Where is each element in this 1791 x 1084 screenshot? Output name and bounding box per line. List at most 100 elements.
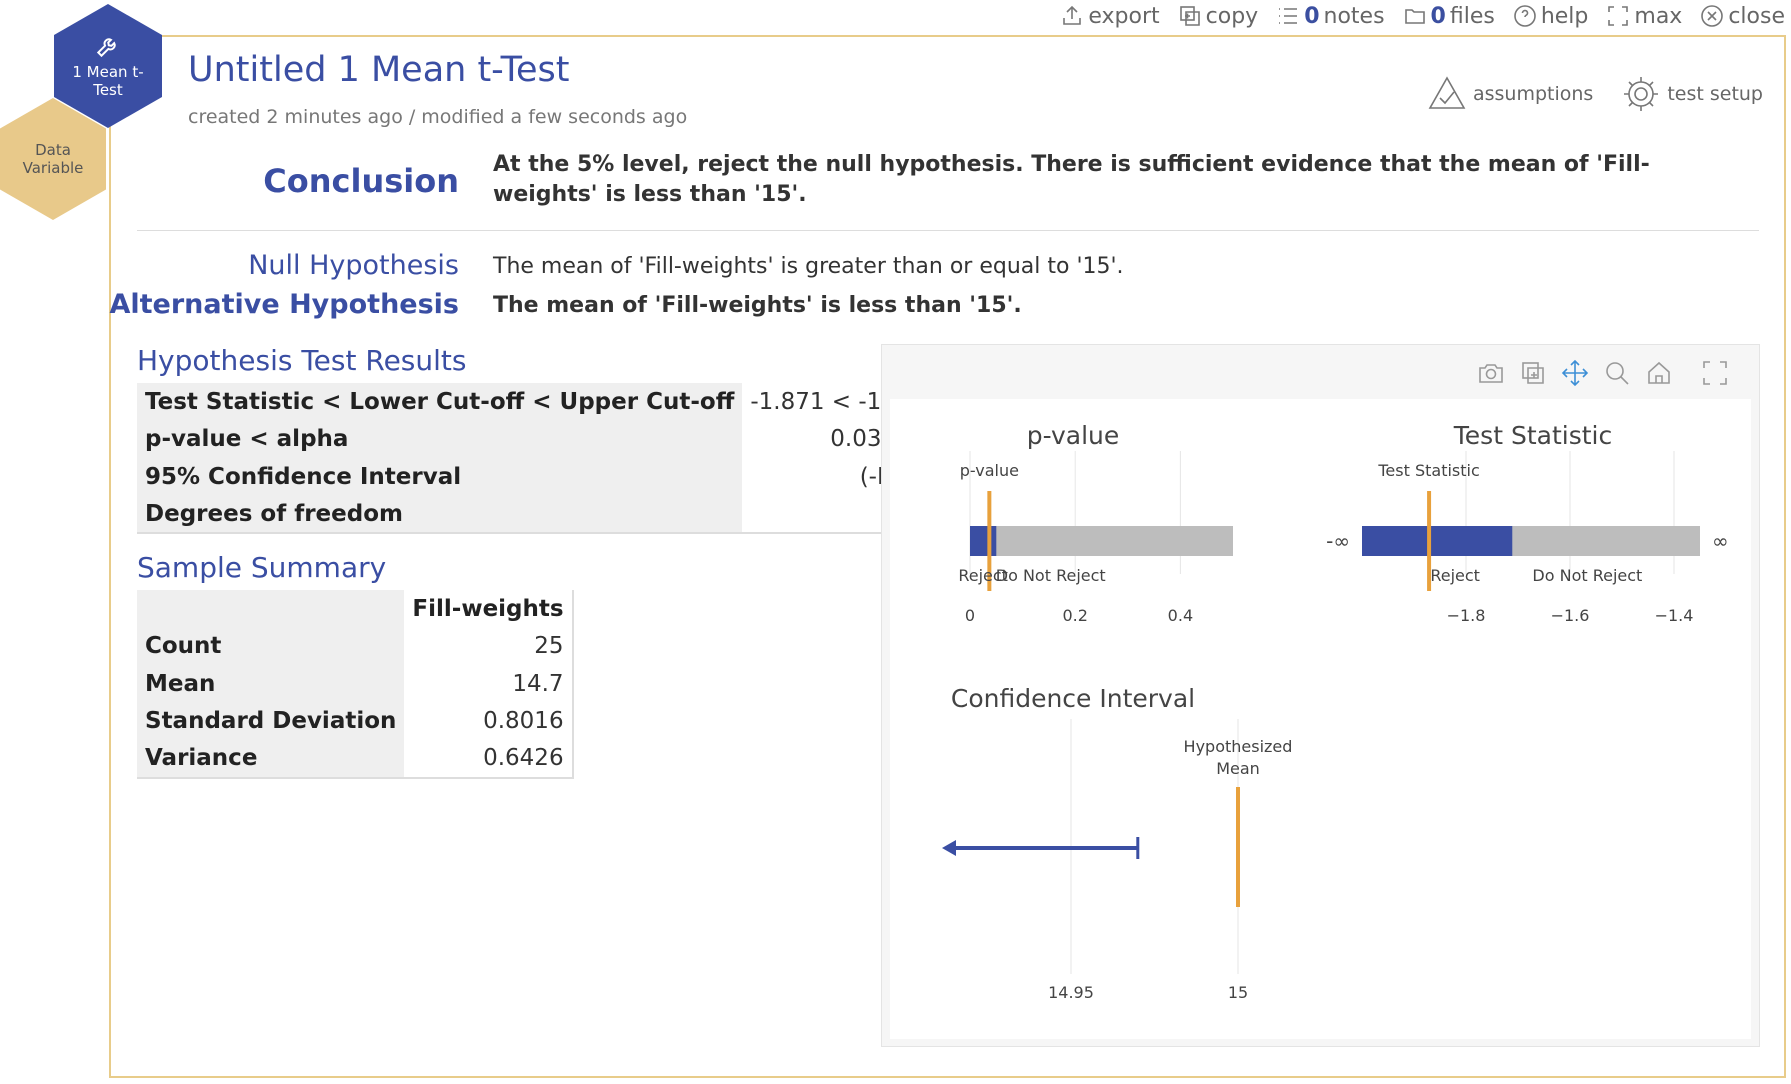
wrench-icon	[96, 38, 116, 58]
results-title: Hypothesis Test Results	[137, 344, 467, 377]
results-key: Degrees of freedom	[137, 495, 743, 533]
zoom-button[interactable]	[1603, 359, 1631, 391]
summary-key: Mean	[137, 665, 405, 703]
ts-marker-label: Test Statistic	[1377, 461, 1479, 480]
chart-copy-button[interactable]	[1519, 359, 1547, 391]
ts-tick-label: −1.6	[1551, 606, 1590, 625]
table-row: Test Statistic < Lower Cut-off < Upper C…	[137, 383, 1004, 421]
gear-icon	[1624, 77, 1659, 111]
snapshot-button[interactable]	[1477, 359, 1505, 391]
test-hex-line1: 1 Mean t-	[72, 63, 144, 81]
test-hex-line2: Test	[93, 81, 123, 99]
close-label: close	[1728, 3, 1785, 29]
ci-tick-label: 14.95	[1048, 983, 1094, 1002]
copy-icon	[1522, 362, 1544, 384]
column-header: Fill-weights	[404, 590, 573, 628]
summary-value: 25	[404, 627, 573, 665]
charts-svg: p-value 0 0.2 0.4 p-value Reject Do Not Reject…	[942, 421, 1729, 1002]
notes-label: notes	[1323, 3, 1385, 29]
assumptions-icon	[1428, 76, 1466, 109]
summary-key: Standard Deviation	[137, 702, 405, 740]
ts-do-not-reject-label: Do Not Reject	[1532, 566, 1642, 585]
pv-range-bar	[970, 526, 1233, 556]
ci-tick-label: 15	[1228, 983, 1248, 1002]
ts-tick-label: −1.8	[1447, 606, 1486, 625]
close-icon	[1701, 5, 1724, 27]
fullscreen-icon	[1703, 361, 1727, 385]
ci-title: Confidence Interval	[951, 684, 1195, 713]
folder-icon	[1404, 9, 1425, 24]
table-row: Count 25	[137, 627, 573, 665]
camera-icon	[1479, 364, 1503, 383]
pv-tick-label: 0.2	[1062, 606, 1087, 625]
table-row: Standard Deviation 0.8016	[137, 702, 573, 740]
ts-reject-label: Reject	[1430, 566, 1480, 585]
table-row: Degrees of freedom24	[137, 495, 1004, 533]
table-row: Variance 0.6426	[137, 740, 573, 778]
results-key: p-value < alpha	[137, 420, 743, 458]
table-row: Mean 14.7	[137, 665, 573, 703]
notes-count: 0	[1304, 3, 1320, 29]
table-header-row: Fill-weights	[137, 590, 573, 628]
data-hex-line2: Variable	[22, 159, 84, 177]
reset-home-button[interactable]	[1645, 359, 1673, 391]
alt-hypothesis-text: The mean of 'Fill-weights' is less than …	[493, 293, 1022, 318]
summary-key: Variance	[137, 740, 405, 778]
summary-table: Fill-weights Count 25 Mean 14.7 Standard D…	[137, 590, 574, 779]
pv-tick-label: 0.4	[1168, 606, 1193, 625]
conclusion-label: Conclusion	[263, 162, 459, 200]
table-row: 95% Confidence Interval(-Inf, 14.97)	[137, 458, 1004, 496]
divider	[137, 230, 1759, 231]
fullscreen-button[interactable]	[1701, 359, 1729, 391]
ci-arrow-head	[942, 840, 956, 856]
null-hypothesis-text: The mean of 'Fill-weights' is greater th…	[493, 254, 1124, 279]
alt-hypothesis-label: Alternative Hypothesis	[109, 289, 459, 320]
files-label: files	[1449, 3, 1495, 29]
files-button[interactable]: 0 files	[1403, 4, 1495, 29]
pv-do-not-reject-label: Do Not Reject	[996, 566, 1106, 585]
files-count: 0	[1430, 3, 1446, 29]
ci-hypothesized-label-2: Mean	[1216, 759, 1260, 778]
pv-reject-bar	[970, 526, 997, 556]
assumptions-button[interactable]: assumptions	[1427, 74, 1593, 114]
ts-right-end-label: ∞	[1712, 529, 1729, 553]
help-button[interactable]: help	[1513, 4, 1588, 29]
ts-tick-label: −1.4	[1655, 606, 1694, 625]
ts-reject-bar	[1362, 526, 1513, 556]
chart-area: p-value 0 0.2 0.4 p-value Reject Do Not Reject…	[890, 399, 1751, 1039]
ts-title: Test Statistic	[1453, 421, 1612, 450]
export-button[interactable]: export	[1060, 3, 1160, 29]
pan-button[interactable]	[1561, 359, 1589, 391]
max-label: max	[1634, 3, 1683, 29]
pv-marker-label: p-value	[960, 461, 1019, 480]
copy-icon	[1179, 6, 1200, 26]
help-icon	[1514, 5, 1536, 27]
max-button[interactable]: max	[1606, 4, 1682, 29]
conclusion-text: At the 5% level, reject the null hypothe…	[493, 152, 1650, 207]
pv-title: p-value	[1027, 421, 1120, 450]
ts-left-end-label: -∞	[1326, 529, 1350, 553]
pv-tick-label: 0	[965, 606, 975, 625]
results-key: Test Statistic < Lower Cut-off < Upper C…	[137, 383, 743, 421]
summary-key: Count	[137, 627, 405, 665]
chart-panel: p-value 0 0.2 0.4 p-value Reject Do Not Reject…	[881, 344, 1760, 1047]
summary-value: 0.8016	[404, 702, 573, 740]
copy-button[interactable]: copy	[1178, 4, 1258, 29]
header-blank	[137, 590, 405, 628]
null-hypothesis-label: Null Hypothesis	[248, 250, 459, 281]
close-button[interactable]: close	[1700, 4, 1785, 29]
summary-title: Sample Summary	[137, 551, 387, 584]
test-setup-button[interactable]: test setup	[1621, 74, 1763, 114]
page-subtitle: created 2 minutes ago / modified a few s…	[188, 106, 688, 128]
top-toolbar: export copy 0 notes 0 files help max clo…	[1042, 0, 1785, 32]
page-title[interactable]: Untitled 1 Mean t-Test	[188, 50, 570, 90]
notes-button[interactable]: 0 notes	[1276, 3, 1385, 29]
results-key: 95% Confidence Interval	[137, 458, 743, 496]
list-icon	[1279, 8, 1298, 24]
export-icon	[1063, 5, 1082, 25]
home-icon	[1648, 361, 1670, 384]
summary-value: 0.6426	[404, 740, 573, 778]
summary-value: 14.7	[404, 665, 573, 703]
data-hex-line1: Data	[35, 141, 71, 159]
export-label: export	[1088, 3, 1160, 29]
